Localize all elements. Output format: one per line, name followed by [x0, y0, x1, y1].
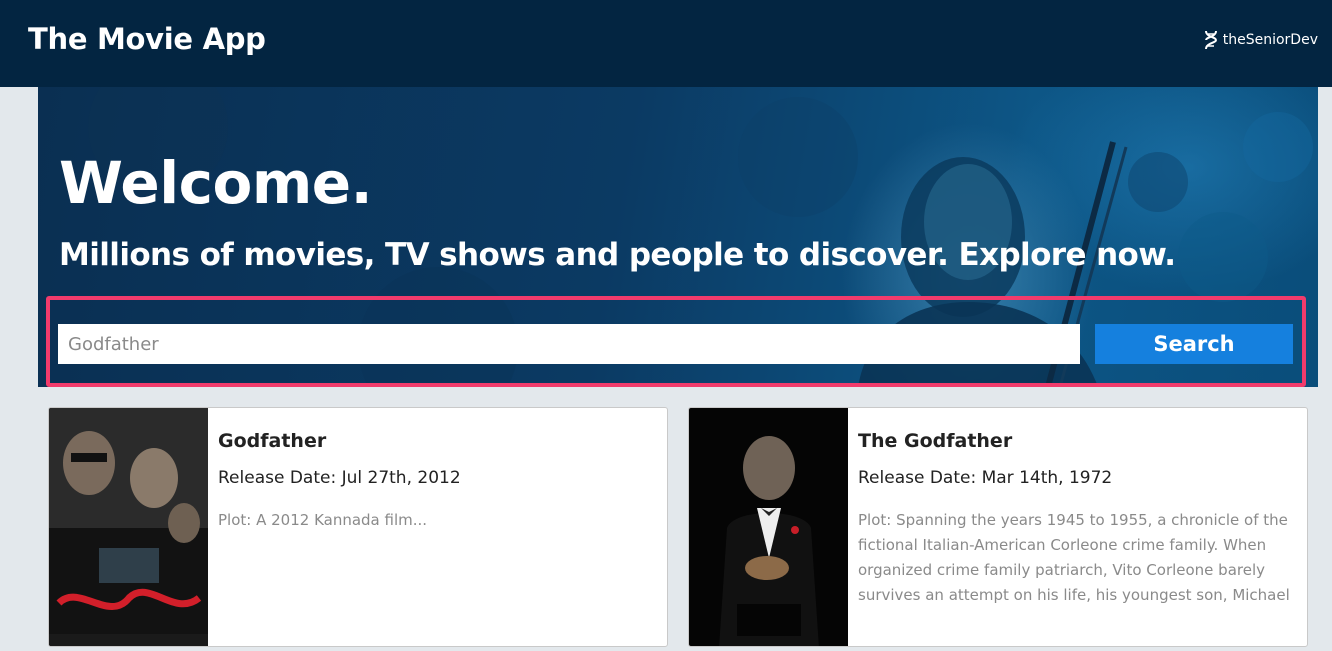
movie-poster[interactable]: [49, 408, 208, 646]
movie-release-date: Release Date: Jul 27th, 2012: [218, 468, 461, 488]
movie-release-date: Release Date: Mar 14th, 1972: [858, 468, 1113, 488]
movie-card[interactable]: The Godfather Release Date: Mar 14th, 19…: [688, 407, 1308, 647]
movie-card[interactable]: Godfather Release Date: Jul 27th, 2012 P…: [48, 407, 668, 647]
hero-heading: Welcome.: [59, 149, 373, 217]
brand-logo[interactable]: theSeniorDev: [1203, 30, 1318, 50]
movie-title[interactable]: The Godfather: [858, 430, 1012, 452]
movie-plot: Plot: Spanning the years 1945 to 1955, a…: [858, 511, 1290, 604]
hero-subheading: Millions of movies, TV shows and people …: [59, 237, 1176, 273]
movie-poster[interactable]: [689, 408, 848, 646]
movie-title[interactable]: Godfather: [218, 430, 326, 452]
app-title[interactable]: The Movie App: [28, 22, 266, 56]
dna-logo-icon: [1203, 30, 1219, 50]
top-navigation-bar: The Movie App theSeniorDev: [0, 0, 1332, 87]
brand-name: theSeniorDev: [1222, 32, 1318, 48]
search-input[interactable]: [58, 324, 1080, 364]
search-button[interactable]: Search: [1095, 324, 1293, 364]
movie-plot: Plot: A 2012 Kannada film...: [218, 511, 428, 529]
